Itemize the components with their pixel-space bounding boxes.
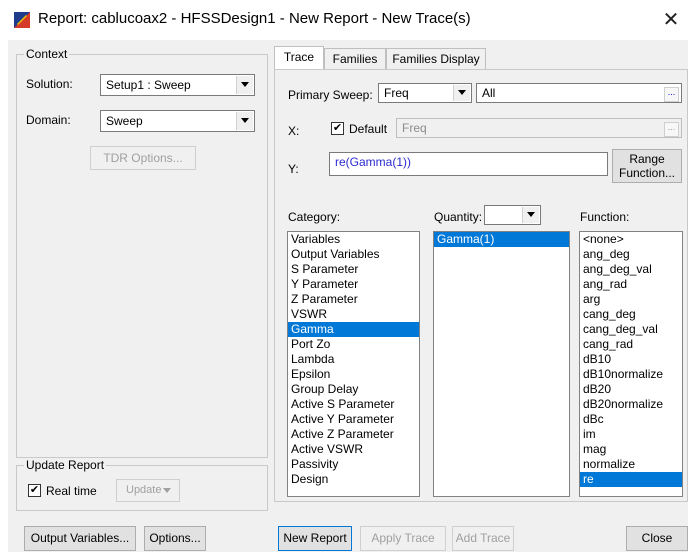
function-list-item[interactable]: cang_deg_val <box>580 322 682 337</box>
realtime-label: Real time <box>46 484 97 498</box>
update-button[interactable]: Update <box>116 479 180 502</box>
function-list-item[interactable]: dBc <box>580 412 682 427</box>
x-label: X: <box>288 124 300 138</box>
update-button-label: Update <box>126 484 162 496</box>
default-label: Default <box>349 122 388 136</box>
function-list-item[interactable]: arg <box>580 292 682 307</box>
solution-dropdown-button[interactable] <box>236 76 253 94</box>
chevron-down-icon <box>163 488 171 493</box>
close-button[interactable]: Close <box>626 526 688 551</box>
category-list[interactable]: Variables Output Variables S Parameter Y Pa… <box>287 231 420 497</box>
function-list-item[interactable]: cang_deg <box>580 307 682 322</box>
primary-sweep-value: Freq <box>384 86 409 100</box>
app-logo-icon <box>14 12 30 28</box>
tab-families[interactable]: Families <box>324 48 386 70</box>
sweep-values-browse-button[interactable]: ... <box>664 87 679 102</box>
category-list-item[interactable]: Passivity <box>288 457 419 472</box>
chevron-down-icon <box>527 212 535 217</box>
domain-label: Domain: <box>26 113 71 127</box>
function-list-item[interactable]: dB20 <box>580 382 682 397</box>
x-expression-value: Freq <box>402 121 427 135</box>
y-label: Y: <box>288 162 299 176</box>
chevron-down-icon <box>458 90 466 95</box>
range-function-line2: Function... <box>618 166 676 180</box>
new-report-button[interactable]: New Report <box>278 526 352 551</box>
domain-value: Sweep <box>106 114 143 128</box>
category-list-item[interactable]: Lambda <box>288 352 419 367</box>
function-list-item[interactable]: ang_rad <box>580 277 682 292</box>
x-browse-button[interactable]: ... <box>664 122 679 137</box>
quantity-filter-dropdown-button[interactable] <box>522 207 539 223</box>
update-report-group-label: Update Report <box>24 458 107 472</box>
category-list-item[interactable]: Active VSWR <box>288 442 419 457</box>
function-list-item[interactable]: dB20normalize <box>580 397 682 412</box>
category-list-item[interactable]: Active S Parameter <box>288 397 419 412</box>
function-list-item[interactable]: ang_deg_val <box>580 262 682 277</box>
function-list-item[interactable]: <none> <box>580 232 682 247</box>
function-list-item[interactable]: normalize <box>580 457 682 472</box>
primary-sweep-dropdown-button[interactable] <box>453 85 470 101</box>
y-expression-field[interactable]: re(Gamma(1)) <box>329 152 608 176</box>
function-list-item[interactable]: dB10normalize <box>580 367 682 382</box>
output-variables-button[interactable]: Output Variables... <box>24 526 136 551</box>
default-x-checkbox[interactable]: ✔ <box>331 122 344 135</box>
category-list-item[interactable]: Z Parameter <box>288 292 419 307</box>
category-list-item[interactable]: Variables <box>288 232 419 247</box>
quantity-filter-select[interactable] <box>484 205 541 225</box>
category-list-item[interactable]: S Parameter <box>288 262 419 277</box>
category-list-item[interactable]: Port Zo <box>288 337 419 352</box>
context-group-label: Context <box>24 47 70 61</box>
function-list-item[interactable]: mag <box>580 442 682 457</box>
function-list-item[interactable]: im <box>580 427 682 442</box>
tab-trace[interactable]: Trace <box>274 46 324 70</box>
options-button[interactable]: Options... <box>144 526 206 551</box>
function-list-item[interactable]: ang_deg <box>580 247 682 262</box>
primary-sweep-select[interactable]: Freq <box>378 83 472 103</box>
function-list-item[interactable]: cang_rad <box>580 337 682 352</box>
y-expression-value: re(Gamma(1)) <box>335 155 412 169</box>
apply-trace-button[interactable]: Apply Trace <box>360 526 446 551</box>
close-window-icon[interactable]: ✕ <box>656 6 686 34</box>
tab-families-display[interactable]: Families Display <box>386 48 486 70</box>
function-list[interactable]: <none> ang_deg ang_deg_val ang_rad arg cang_d… <box>579 231 683 497</box>
range-function-button[interactable]: Range Function... <box>612 149 682 183</box>
category-list-item[interactable]: Epsilon <box>288 367 419 382</box>
title-bar: Report: cablucoax2 - HFSSDesign1 - New R… <box>0 0 696 40</box>
sweep-values-field[interactable]: All ... <box>476 83 682 103</box>
category-list-item[interactable]: Gamma <box>288 322 419 337</box>
tdr-options-button[interactable]: TDR Options... <box>90 146 196 170</box>
realtime-checkbox[interactable]: ✔ <box>28 484 41 497</box>
solution-select[interactable]: Setup1 : Sweep <box>100 74 255 96</box>
quantity-label: Quantity: <box>434 210 483 224</box>
category-label: Category: <box>288 210 341 224</box>
dialog-client-area: Context Solution: Setup1 : Sweep Domain:… <box>8 40 688 552</box>
category-list-item[interactable]: VSWR <box>288 307 419 322</box>
quantity-list[interactable]: Gamma(1) <box>433 231 570 497</box>
category-list-item[interactable]: Active Z Parameter <box>288 427 419 442</box>
function-label: Function: <box>580 210 630 224</box>
category-list-item[interactable]: Active Y Parameter <box>288 412 419 427</box>
domain-dropdown-button[interactable] <box>236 112 253 130</box>
category-list-item[interactable]: Group Delay <box>288 382 419 397</box>
range-function-line1: Range <box>629 152 665 166</box>
function-list-item[interactable]: re <box>580 472 682 487</box>
sweep-values-text: All <box>482 86 496 100</box>
primary-sweep-label: Primary Sweep: <box>288 88 373 102</box>
category-list-item[interactable]: Output Variables <box>288 247 419 262</box>
window-title: Report: cablucoax2 - HFSSDesign1 - New R… <box>38 10 471 27</box>
x-expression-field[interactable]: Freq ... <box>396 118 682 138</box>
category-list-item[interactable]: Y Parameter <box>288 277 419 292</box>
quantity-list-item[interactable]: Gamma(1) <box>434 232 569 247</box>
category-list-item[interactable]: Design <box>288 472 419 487</box>
add-trace-button[interactable]: Add Trace <box>452 526 514 551</box>
chevron-down-icon <box>241 118 249 123</box>
solution-label: Solution: <box>26 77 73 91</box>
chevron-down-icon <box>241 82 249 87</box>
solution-value: Setup1 : Sweep <box>106 78 191 92</box>
domain-select[interactable]: Sweep <box>100 110 255 132</box>
function-list-item[interactable]: dB10 <box>580 352 682 367</box>
